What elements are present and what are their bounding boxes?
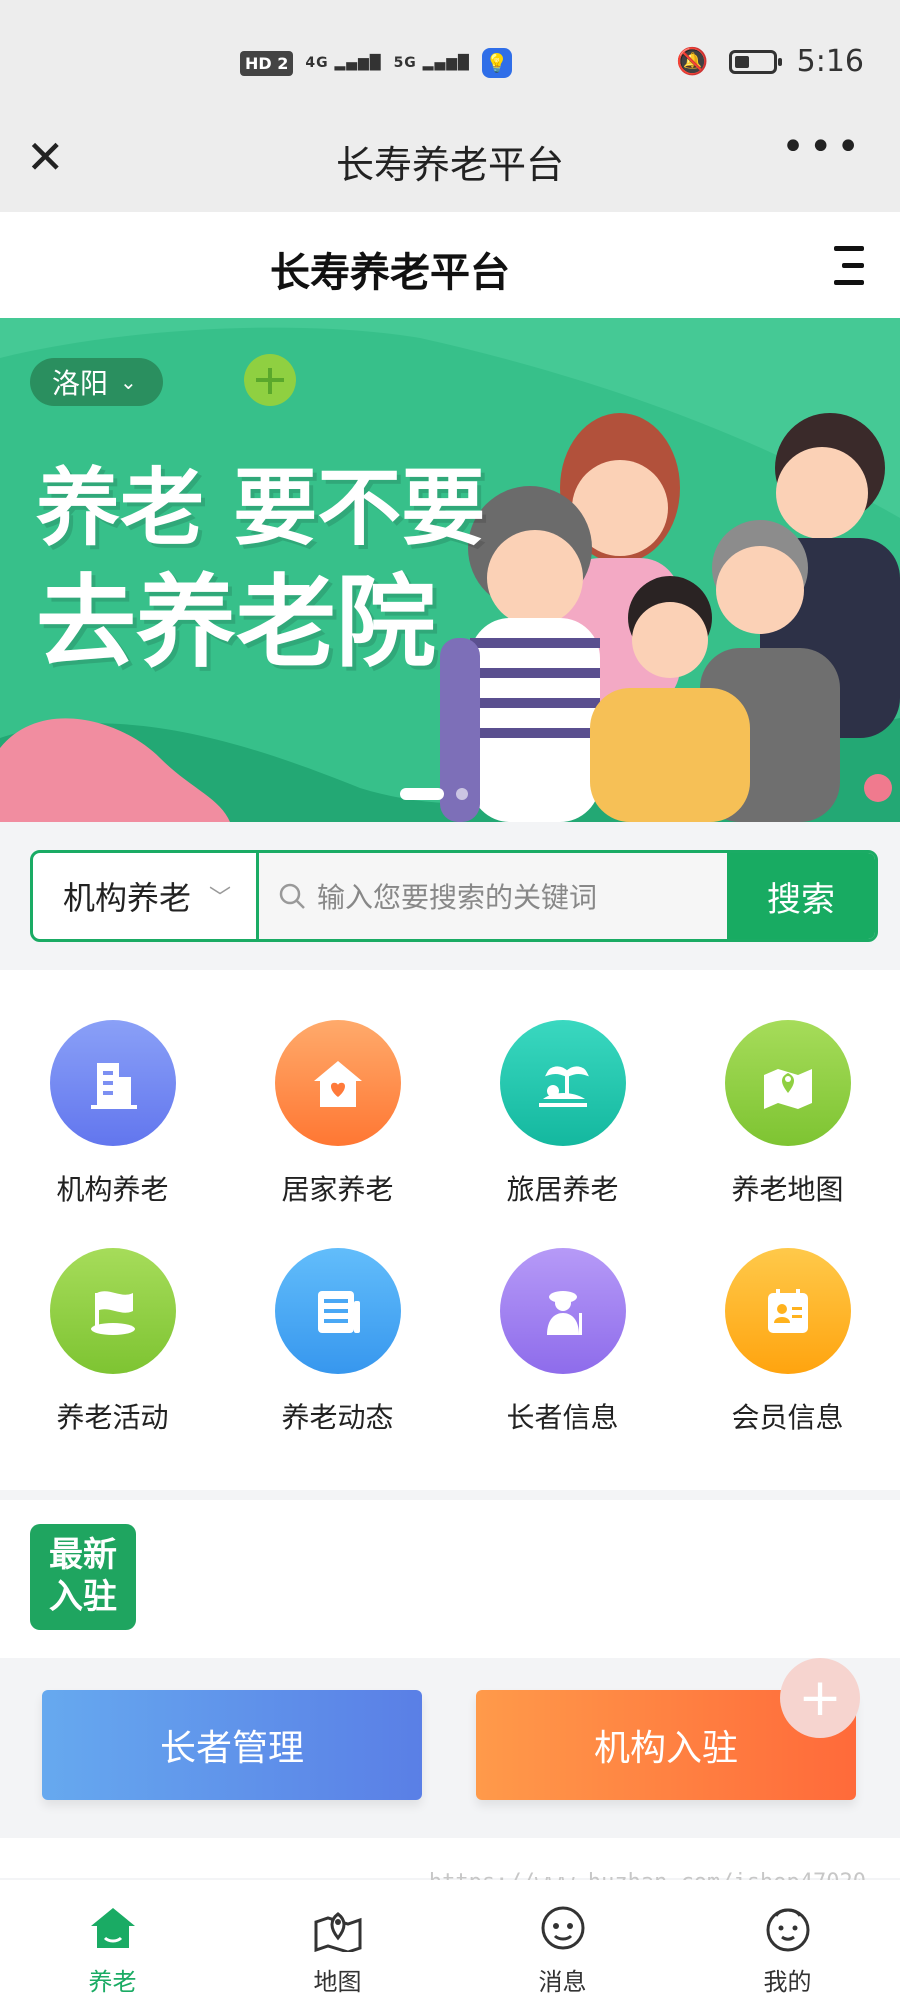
- window-titlebar: ✕ 长寿养老平台 •••: [0, 100, 900, 212]
- message-icon: [537, 1902, 589, 1954]
- search-button[interactable]: 搜索: [727, 853, 875, 939]
- search-input[interactable]: 输入您要搜索的关键词: [259, 853, 727, 939]
- category-item[interactable]: 养老动态: [225, 1248, 450, 1436]
- chevron-down-icon: ⌄: [120, 370, 137, 394]
- carousel-dot[interactable]: [480, 788, 492, 800]
- category-label: 会员信息: [731, 1401, 844, 1434]
- banner-line-2: 去养老院: [36, 564, 436, 681]
- category-section: 机构养老 居家养老 旅居养老 养老地图 养老活动 养老动态 长者信息 会员信息: [0, 970, 900, 1490]
- tab-map[interactable]: 地图: [225, 1880, 450, 2000]
- category-label: 养老动态: [281, 1401, 394, 1434]
- bottom-tab-bar: 养老 地图 消息 我的: [0, 1880, 900, 2000]
- tab-label: 地图: [313, 1968, 362, 1996]
- category-label: 旅居养老: [506, 1173, 619, 1206]
- action-section: 长者管理 机构入驻 +: [0, 1658, 900, 1838]
- badge-line-1: 最新: [49, 1535, 117, 1575]
- city-label: 洛阳: [52, 367, 109, 400]
- map-pin-icon: [724, 1020, 851, 1146]
- category-label: 长者信息: [506, 1401, 619, 1434]
- category-item[interactable]: 养老地图: [675, 1020, 900, 1208]
- window-title: 长寿养老平台: [335, 143, 564, 187]
- member-card-icon: [724, 1248, 851, 1374]
- tab-label: 养老: [88, 1968, 137, 1996]
- search-section: 机构养老 ﹀ 输入您要搜索的关键词 搜索: [0, 822, 900, 970]
- elder-manage-button[interactable]: 长者管理: [42, 1690, 422, 1800]
- menu-icon[interactable]: [828, 246, 864, 286]
- map-icon: [312, 1902, 364, 1954]
- signal-4g-icon: 4G ▂▄▆█: [305, 55, 382, 71]
- search-type-label: 机构养老: [63, 879, 192, 917]
- tab-profile[interactable]: 我的: [675, 1880, 900, 2000]
- search-bar: 机构养老 ﹀ 输入您要搜索的关键词 搜索: [30, 850, 878, 942]
- carousel-dot[interactable]: [456, 788, 468, 800]
- chevron-down-icon: ﹀: [209, 886, 232, 911]
- badge-line-2: 入驻: [49, 1577, 117, 1617]
- latest-joined-badge[interactable]: 最新 入驻: [30, 1524, 136, 1630]
- signal-4g-label: 4G: [305, 55, 329, 71]
- more-icon[interactable]: •••: [781, 124, 864, 170]
- tab-home[interactable]: 养老: [0, 1880, 225, 2000]
- category-label: 居家养老: [281, 1173, 394, 1206]
- signal-5g-icon: 5G ▂▄▆█: [393, 55, 470, 71]
- bulb-icon: 💡: [481, 48, 512, 78]
- category-item[interactable]: 旅居养老: [450, 1020, 675, 1208]
- banner-carousel[interactable]: 洛阳 ⌄ 养老 要不要 去养老院: [0, 318, 900, 822]
- clock: 5:16: [796, 44, 864, 79]
- latest-joined-section: 最新 入驻: [0, 1490, 900, 1658]
- page-title: 长寿养老平台: [270, 250, 510, 296]
- category-label: 养老地图: [731, 1173, 844, 1206]
- news-icon: [274, 1248, 401, 1374]
- city-selector[interactable]: 洛阳 ⌄: [30, 358, 163, 406]
- island-icon: [499, 1020, 626, 1146]
- search-type-dropdown[interactable]: 机构养老 ﹀: [33, 853, 259, 939]
- page-header: 长寿养老平台: [0, 212, 900, 318]
- status-icons: HD 2 4G ▂▄▆█ 5G ▂▄▆█ 💡: [240, 48, 512, 78]
- profile-icon: [762, 1902, 814, 1954]
- tab-label: 我的: [763, 1968, 812, 1996]
- mute-bell-icon: 🔕: [676, 46, 709, 77]
- hd-indicator: HD 2: [240, 50, 294, 76]
- search-placeholder: 输入您要搜索的关键词: [317, 881, 598, 914]
- home-heart-icon: [274, 1020, 401, 1146]
- flag-icon: [49, 1248, 176, 1374]
- plus-icon[interactable]: +: [780, 1658, 860, 1738]
- carousel-dot[interactable]: [400, 788, 444, 800]
- signal-5g-label: 5G: [393, 55, 417, 71]
- category-item[interactable]: 养老活动: [0, 1248, 225, 1436]
- battery-icon: [728, 49, 782, 74]
- elder-icon: [499, 1248, 626, 1374]
- category-grid: 机构养老 居家养老 旅居养老 养老地图 养老活动 养老动态 长者信息 会员信息: [0, 1020, 900, 1436]
- category-item[interactable]: 居家养老: [225, 1020, 450, 1208]
- banner-line-1: 养老 要不要: [36, 459, 486, 557]
- building-icon: [49, 1020, 176, 1146]
- search-icon: [279, 883, 305, 909]
- banner-headline: 养老 要不要 去养老院: [36, 458, 485, 688]
- home-icon: [87, 1902, 139, 1954]
- category-item[interactable]: 长者信息: [450, 1248, 675, 1436]
- category-item[interactable]: 机构养老: [0, 1020, 225, 1208]
- category-label: 机构养老: [56, 1173, 169, 1206]
- tab-messages[interactable]: 消息: [450, 1880, 675, 2000]
- tab-label: 消息: [538, 1968, 587, 1996]
- carousel-dots: [400, 788, 492, 800]
- category-label: 养老活动: [56, 1401, 169, 1434]
- category-item[interactable]: 会员信息: [675, 1248, 900, 1436]
